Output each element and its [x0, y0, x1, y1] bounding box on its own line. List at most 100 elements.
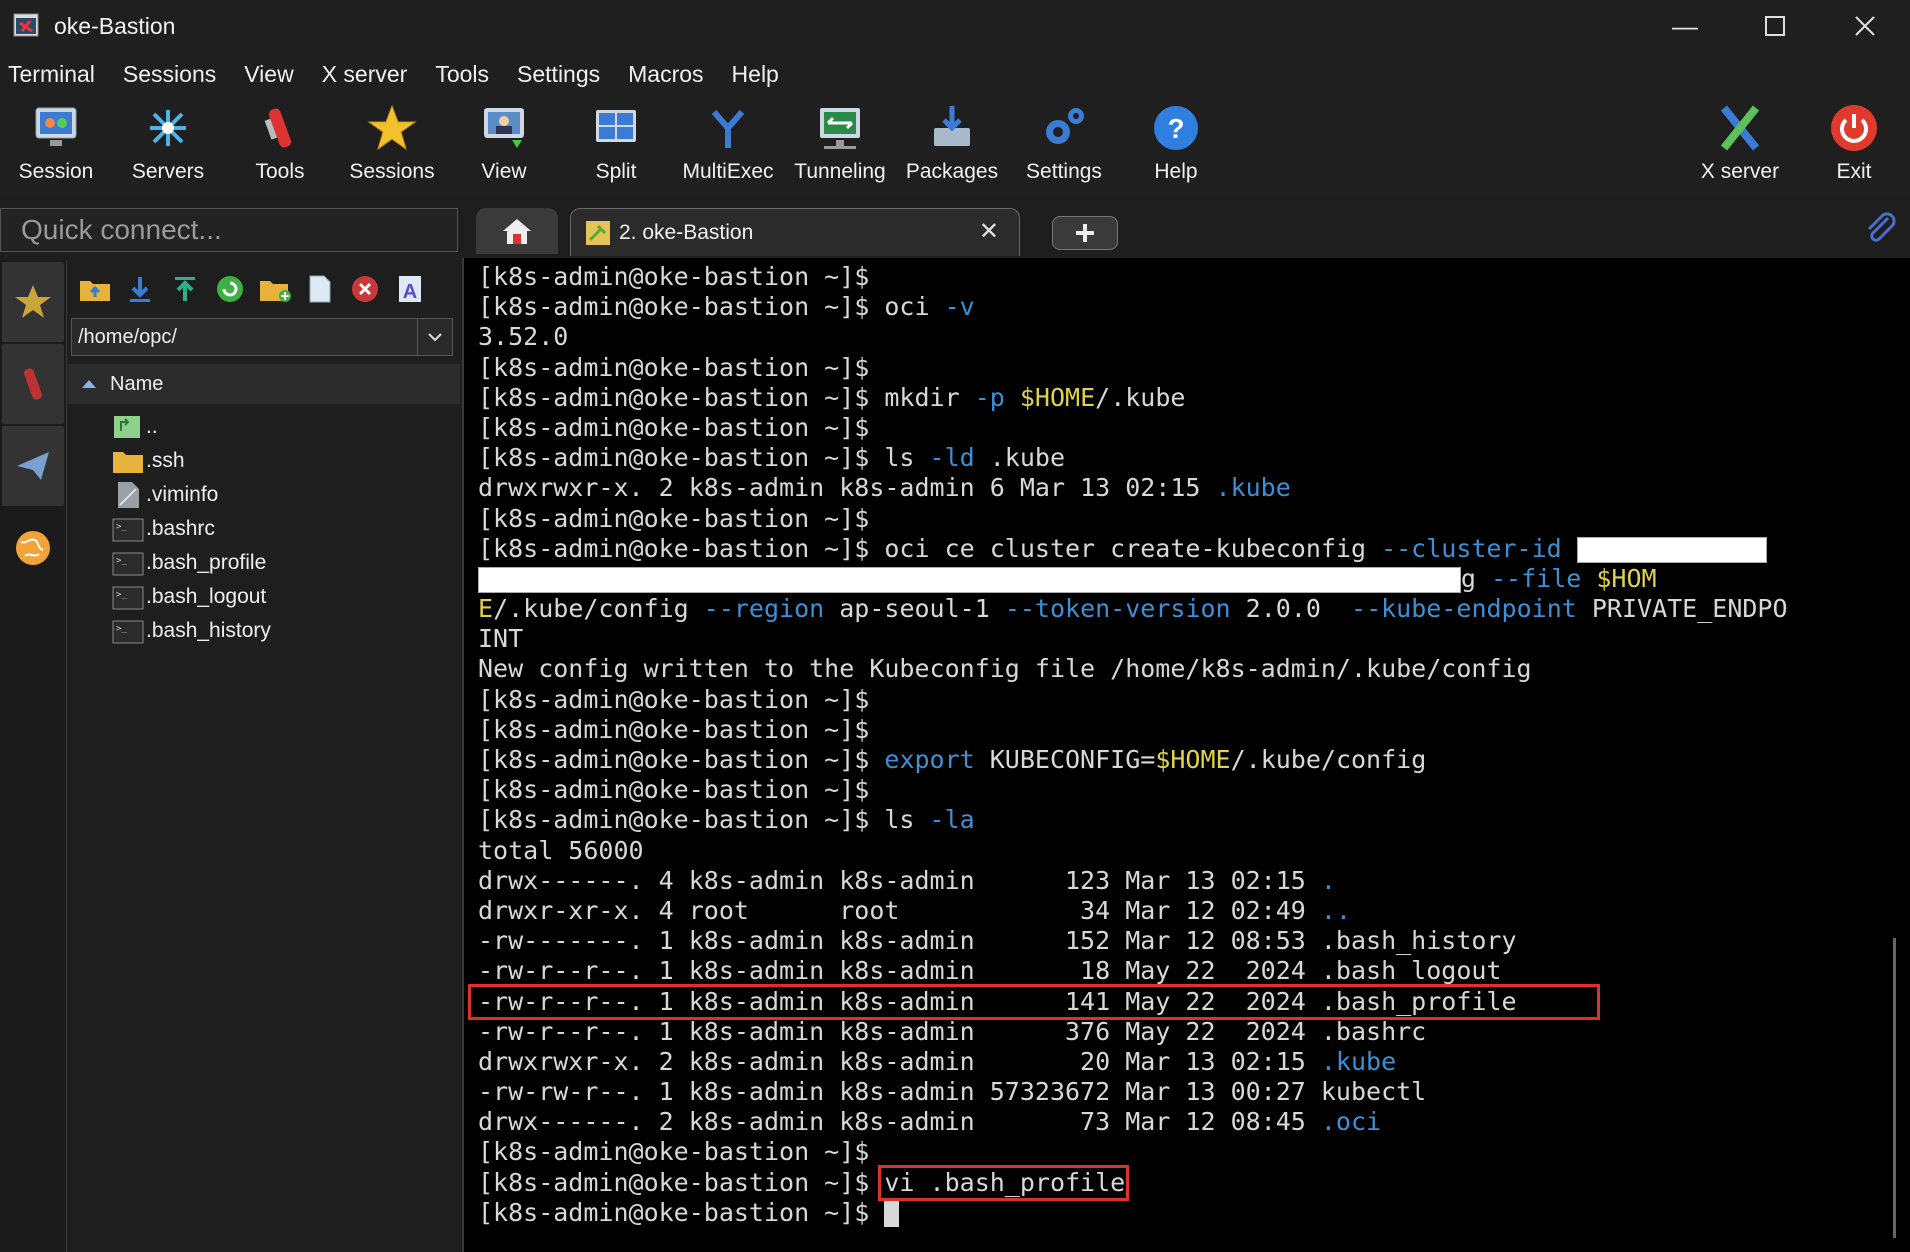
tab-oke-bastion[interactable]: 2. oke-Bastion ✕: [570, 208, 1020, 256]
parent-dir-button[interactable]: [72, 269, 117, 309]
upload-button[interactable]: [162, 269, 207, 309]
terminal-line: drwx------. 4 k8s-admin k8s-admin 123 Ma…: [478, 866, 1788, 896]
terminal-text: -rw-rw-r--. 1 k8s-admin k8s-admin 573236…: [478, 1077, 1427, 1107]
sessions-button[interactable]: Sessions: [336, 96, 448, 196]
tunneling-label: Tunneling: [794, 160, 886, 183]
tools-button[interactable]: Tools: [224, 96, 336, 196]
rename-button[interactable]: A: [387, 269, 432, 309]
help-button[interactable]: ? Help: [1120, 96, 1232, 196]
menu-tools[interactable]: Tools: [435, 61, 489, 88]
session-button[interactable]: Session: [0, 96, 112, 196]
menu-terminal[interactable]: Terminal: [8, 61, 95, 88]
terminal-line: [k8s-admin@oke-bastion ~]$: [478, 353, 1788, 383]
view-button[interactable]: View: [448, 96, 560, 196]
terminal-line: E/.kube/config --region ap-seoul-1 --tok…: [478, 594, 1788, 624]
terminal-line: [k8s-admin@oke-bastion ~]$: [478, 413, 1788, 443]
svg-text:>_: >_: [116, 556, 127, 566]
path-dropdown-button[interactable]: [417, 319, 452, 355]
servers-label: Servers: [131, 160, 205, 183]
sessions-star-icon: [367, 104, 417, 151]
packages-button[interactable]: Packages: [896, 96, 1008, 196]
terminal-pane[interactable]: [k8s-admin@oke-bastion ~]$ [k8s-admin@oke…: [462, 258, 1910, 1252]
tab-home[interactable]: [476, 208, 558, 254]
terminal-text: [k8s-admin@oke-bastion ~]$: [478, 262, 870, 291]
tools-strip-button[interactable]: [2, 344, 64, 424]
title-bar: oke-Bastion —: [0, 0, 1910, 52]
menu-view[interactable]: View: [244, 61, 293, 88]
file-row[interactable]: .ssh: [68, 444, 460, 478]
sftp-strip-button[interactable]: [2, 508, 64, 588]
multiexec-button[interactable]: MultiExec: [672, 96, 784, 196]
terminal-text: .kube: [1215, 473, 1291, 503]
x-server-button[interactable]: X server: [1684, 96, 1796, 184]
terminal-text: -rw-r--r--. 1 k8s-admin k8s-admin 18 May…: [478, 956, 1502, 986]
menu-sessions[interactable]: Sessions: [123, 61, 216, 88]
new-folder-icon: [259, 281, 291, 302]
new-file-button[interactable]: [297, 269, 342, 309]
file-row[interactable]: >_ .bashrc: [68, 512, 460, 546]
menu-help[interactable]: Help: [732, 61, 779, 88]
paper-plane-icon: [17, 452, 49, 480]
file-name: .bash_profile: [146, 551, 267, 574]
file-row[interactable]: >_ .bash_history: [68, 614, 460, 648]
tunneling-button[interactable]: Tunneling: [784, 96, 896, 196]
file-row[interactable]: .viminfo: [68, 478, 460, 512]
tools-icon: [264, 108, 292, 148]
attachment-icon[interactable]: [1864, 212, 1896, 246]
terminal-text: -la: [929, 805, 975, 835]
path-input[interactable]: /home/opc/: [71, 318, 453, 356]
terminal-line: drwxrwxr-x. 2 k8s-admin k8s-admin 6 Mar …: [478, 473, 1788, 503]
terminal-scrollbar[interactable]: [1893, 938, 1896, 1238]
settings-button[interactable]: Settings: [1008, 96, 1120, 196]
minimize-button[interactable]: —: [1640, 0, 1730, 52]
sessions-strip-button[interactable]: [2, 262, 64, 342]
menu-macros[interactable]: Macros: [628, 61, 703, 88]
new-tab-button[interactable]: [1052, 216, 1118, 250]
redacted-block: [1576, 536, 1768, 563]
download-button[interactable]: [117, 269, 162, 309]
terminal-text: [k8s-admin@oke-bastion ~]$ oci: [478, 292, 945, 322]
x-server-icon: [1720, 105, 1760, 151]
refresh-button[interactable]: [207, 269, 252, 309]
terminal-text: [k8s-admin@oke-bastion ~]$: [478, 412, 870, 442]
file-name: .viminfo: [146, 483, 219, 506]
close-icon: [1855, 16, 1875, 36]
terminal-line: [k8s-admin@oke-bastion ~]$ oci ce cluste…: [478, 534, 1788, 564]
terminal-text: 3.52.0: [478, 322, 569, 352]
terminal-text: [k8s-admin@oke-bastion ~]$ ls: [478, 805, 930, 835]
tools-label: Tools: [255, 160, 305, 183]
terminal-line: drwxrwxr-x. 2 k8s-admin k8s-admin 20 Mar…: [478, 1047, 1788, 1077]
main-toolbar: Session Servers Tools Sessions View Spli…: [0, 96, 1910, 196]
home-icon: [503, 219, 531, 244]
terminal-line: [k8s-admin@oke-bastion ~]$: [478, 775, 1788, 805]
close-window-button[interactable]: [1820, 0, 1910, 52]
file-name: .bashrc: [146, 517, 215, 540]
refresh-icon: [216, 276, 243, 302]
delete-icon: [351, 276, 378, 302]
terminal-text: [k8s-admin@oke-bastion ~]$: [478, 352, 870, 382]
terminal-line: [k8s-admin@oke-bastion ~]$ mkdir -p $HOM…: [478, 383, 1788, 413]
tab-bar: 2. oke-Bastion ✕: [470, 208, 1910, 256]
file-row[interactable]: >_ .bash_profile: [68, 546, 460, 580]
terminal-line: [k8s-admin@oke-bastion ~]$ oci -v: [478, 292, 1788, 322]
delete-button[interactable]: [342, 269, 387, 309]
power-icon: [1831, 105, 1877, 151]
file-row[interactable]: ..: [68, 410, 460, 444]
new-folder-button[interactable]: [252, 269, 297, 309]
terminal-text: [k8s-admin@oke-bastion ~]$: [478, 745, 885, 774]
menu-settings[interactable]: Settings: [517, 61, 600, 88]
terminal-text: New config written to the Kubeconfig fil…: [478, 654, 1532, 684]
terminal-line: drwx------. 2 k8s-admin k8s-admin 73 Mar…: [478, 1107, 1788, 1137]
exit-button[interactable]: Exit: [1798, 96, 1910, 184]
maximize-button[interactable]: [1730, 0, 1820, 52]
name-header-label: Name: [110, 372, 164, 395]
name-column-header[interactable]: Name: [68, 364, 460, 404]
split-button[interactable]: Split: [560, 96, 672, 196]
tab-close-icon[interactable]: ✕: [979, 217, 999, 246]
terminal-line: [k8s-admin@oke-bastion ~]$: [478, 1198, 1788, 1228]
quick-connect-input[interactable]: Quick connect...: [0, 208, 458, 252]
file-row[interactable]: >_ .bash_logout: [68, 580, 460, 614]
menu-x-server[interactable]: X server: [322, 61, 408, 88]
macros-strip-button[interactable]: [2, 426, 64, 506]
servers-button[interactable]: Servers: [112, 96, 224, 196]
